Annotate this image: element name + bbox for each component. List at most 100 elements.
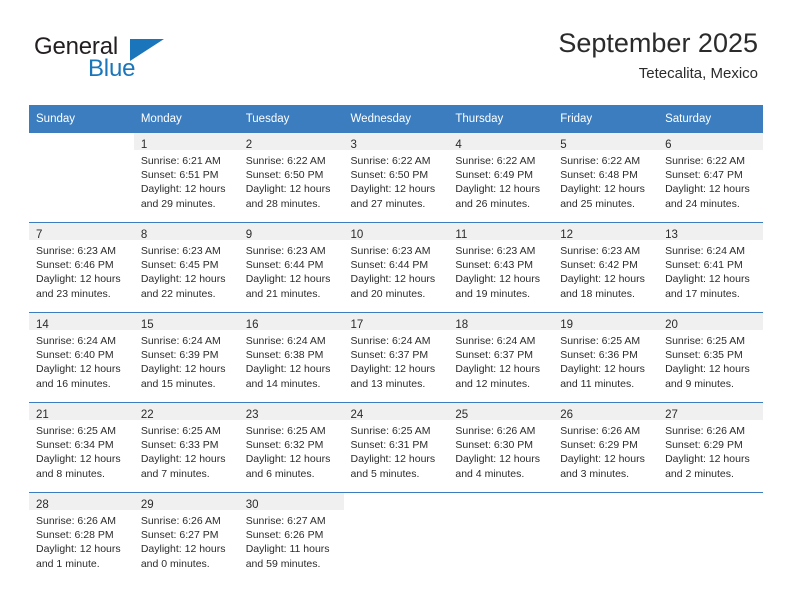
calendar-day-cell[interactable]: 24 Sunrise: 6:25 AM Sunset: 6:31 PM Dayligh… <box>343 402 449 493</box>
day-cell-inner: 3 Sunrise: 6:22 AM Sunset: 6:50 PM Daylight… <box>343 133 449 222</box>
sunset-text: Sunset: 6:30 PM <box>455 439 534 452</box>
calendar-day-cell[interactable]: 7 Sunrise: 6:23 AM Sunset: 6:46 PM Daylight… <box>29 222 134 313</box>
calendar-day-cell[interactable]: 15 Sunrise: 6:24 AM Sunset: 6:39 PM Dayligh… <box>133 312 239 403</box>
calendar-day-cell[interactable]: 19 Sunrise: 6:25 AM Sunset: 6:36 PM Dayligh… <box>553 312 659 403</box>
calendar-body: 1 Sunrise: 6:21 AM Sunset: 6:51 PM Daylight… <box>29 133 763 582</box>
day-number-band: 7 <box>29 223 134 241</box>
daylight-text-line2: and 7 minutes. <box>140 467 210 480</box>
sunrise-text: Sunrise: 6:26 AM <box>36 515 116 527</box>
calendar-day-cell[interactable]: 11 Sunrise: 6:23 AM Sunset: 6:43 PM Dayligh… <box>448 222 554 313</box>
calendar-day-cell[interactable]: 23 Sunrise: 6:25 AM Sunset: 6:32 PM Dayligh… <box>238 402 344 493</box>
daylight-text-line1: Daylight: 12 hours <box>36 453 121 466</box>
calendar-day-cell[interactable]: 2 Sunrise: 6:22 AM Sunset: 6:50 PM Daylight… <box>238 133 344 223</box>
sunset-text: Sunset: 6:36 PM <box>560 349 638 362</box>
calendar-day-cell[interactable]: 1 Sunrise: 6:21 AM Sunset: 6:51 PM Daylight… <box>133 133 239 223</box>
sunrise-text: Sunrise: 6:24 AM <box>455 335 536 347</box>
sunset-text: Sunset: 6:50 PM <box>350 169 429 182</box>
sunrise-text: Sunrise: 6:25 AM <box>350 425 431 437</box>
sunset-text: Sunset: 6:48 PM <box>560 169 638 182</box>
sunset-text: Sunset: 6:29 PM <box>665 439 743 452</box>
sunset-text: Sunset: 6:35 PM <box>665 349 743 362</box>
calendar-day-cell[interactable]: 12 Sunrise: 6:23 AM Sunset: 6:42 PM Dayligh… <box>553 222 659 313</box>
calendar-day-cell[interactable]: 30 Sunrise: 6:27 AM Sunset: 6:26 PM Dayligh… <box>238 492 344 582</box>
calendar-day-cell[interactable]: 13 Sunrise: 6:24 AM Sunset: 6:41 PM Dayligh… <box>658 222 763 313</box>
calendar-day-cell[interactable]: 25 Sunrise: 6:26 AM Sunset: 6:30 PM Dayligh… <box>448 402 554 493</box>
day-cell-inner: 8 Sunrise: 6:23 AM Sunset: 6:45 PM Daylight… <box>133 223 239 312</box>
day-cell-inner: 28 Sunrise: 6:26 AM Sunset: 6:28 PM Dayligh… <box>29 493 134 582</box>
day-number-band: 14 <box>29 313 134 331</box>
calendar-day-cell[interactable]: 22 Sunrise: 6:25 AM Sunset: 6:33 PM Dayligh… <box>133 402 239 493</box>
calendar-day-cell[interactable]: 6 Sunrise: 6:22 AM Sunset: 6:47 PM Daylight… <box>658 133 763 223</box>
calendar-day-cell[interactable]: 4 Sunrise: 6:22 AM Sunset: 6:49 PM Daylight… <box>448 133 554 223</box>
sunset-text: Sunset: 6:46 PM <box>36 259 114 272</box>
day-cell-body: Sunrise: 6:25 AM Sunset: 6:35 PM Daylight:… <box>658 330 763 391</box>
sunset-text: Sunset: 6:37 PM <box>455 349 534 362</box>
calendar-day-cell[interactable]: 20 Sunrise: 6:25 AM Sunset: 6:35 PM Dayligh… <box>658 312 763 403</box>
daylight-text-line1: Daylight: 12 hours <box>245 183 331 196</box>
calendar-day-cell[interactable]: 21 Sunrise: 6:25 AM Sunset: 6:34 PM Dayligh… <box>29 402 134 493</box>
day-number: 27 <box>665 409 678 421</box>
day-number-band: 26 <box>553 403 659 421</box>
calendar-day-cell[interactable]: 5 Sunrise: 6:22 AM Sunset: 6:48 PM Daylight… <box>553 133 659 223</box>
calendar-day-cell[interactable]: 28 Sunrise: 6:26 AM Sunset: 6:28 PM Dayligh… <box>29 492 134 582</box>
sunrise-text: Sunrise: 6:24 AM <box>350 335 431 347</box>
day-cell-inner: 25 Sunrise: 6:26 AM Sunset: 6:30 PM Dayligh… <box>448 403 554 492</box>
day-number: 11 <box>455 229 468 241</box>
day-cell-body: Sunrise: 6:26 AM Sunset: 6:29 PM Daylight:… <box>658 420 763 481</box>
sunrise-text: Sunrise: 6:26 AM <box>455 425 536 437</box>
day-number: 21 <box>36 409 49 421</box>
general-blue-logo[interactable]: General Blue <box>34 33 224 85</box>
calendar-day-cell[interactable]: 16 Sunrise: 6:24 AM Sunset: 6:38 PM Dayligh… <box>238 312 344 403</box>
day-number: 19 <box>560 319 574 331</box>
day-cell-inner: 20 Sunrise: 6:25 AM Sunset: 6:35 PM Dayligh… <box>658 313 763 402</box>
calendar-table: Sunday Monday Tuesday Wednesday Thursday… <box>29 105 763 582</box>
day-number: 1 <box>140 139 148 151</box>
weekday-header-tuesday: Tuesday <box>238 105 344 133</box>
day-cell-body: Sunrise: 6:23 AM Sunset: 6:43 PM Daylight:… <box>448 240 553 301</box>
calendar-day-cell[interactable]: 3 Sunrise: 6:22 AM Sunset: 6:50 PM Daylight… <box>343 133 449 223</box>
day-cell-inner: 7 Sunrise: 6:23 AM Sunset: 6:46 PM Daylight… <box>29 223 134 312</box>
day-number-band: 27 <box>658 403 763 421</box>
title-block: September 2025 Tetecalita, Mexico <box>558 26 758 84</box>
calendar-day-cell[interactable]: 18 Sunrise: 6:24 AM Sunset: 6:37 PM Dayligh… <box>448 312 554 403</box>
day-number: 16 <box>245 319 259 331</box>
sunset-text: Sunset: 6:40 PM <box>36 349 114 362</box>
daylight-text-line2: and 4 minutes. <box>455 467 525 480</box>
day-number-band <box>553 493 659 510</box>
day-number-band: 6 <box>658 133 763 151</box>
day-number-band: 10 <box>343 223 449 241</box>
calendar-day-cell[interactable]: 26 Sunrise: 6:26 AM Sunset: 6:29 PM Dayligh… <box>553 402 659 493</box>
daylight-text-line1: Daylight: 12 hours <box>140 183 226 196</box>
sunrise-text: Sunrise: 6:23 AM <box>245 245 326 257</box>
calendar-day-cell[interactable]: 17 Sunrise: 6:24 AM Sunset: 6:37 PM Dayligh… <box>343 312 449 403</box>
calendar-day-cell[interactable]: 14 Sunrise: 6:24 AM Sunset: 6:40 PM Dayligh… <box>29 312 134 403</box>
sunset-text: Sunset: 6:44 PM <box>350 259 429 272</box>
sunset-text: Sunset: 6:37 PM <box>350 349 429 362</box>
sunset-text: Sunset: 6:32 PM <box>245 439 324 452</box>
sunrise-text: Sunrise: 6:23 AM <box>36 245 116 257</box>
calendar-week-row: 14 Sunrise: 6:24 AM Sunset: 6:40 PM Dayligh… <box>29 312 763 403</box>
day-number-band: 11 <box>448 223 554 241</box>
day-cell-inner <box>448 493 554 582</box>
daylight-text-line1: Daylight: 12 hours <box>36 543 121 556</box>
calendar-day-cell[interactable]: 29 Sunrise: 6:26 AM Sunset: 6:27 PM Dayligh… <box>133 492 239 582</box>
calendar-day-cell[interactable]: 27 Sunrise: 6:26 AM Sunset: 6:29 PM Dayligh… <box>658 402 763 493</box>
daylight-text-line2: and 14 minutes. <box>245 377 321 390</box>
sunrise-text: Sunrise: 6:21 AM <box>140 155 221 167</box>
calendar-week-row: 7 Sunrise: 6:23 AM Sunset: 6:46 PM Daylight… <box>29 222 763 313</box>
sunrise-text: Sunrise: 6:22 AM <box>665 155 746 167</box>
daylight-text-line1: Daylight: 12 hours <box>36 363 121 376</box>
weekday-header-saturday: Saturday <box>658 105 763 133</box>
calendar-day-cell[interactable]: 9 Sunrise: 6:23 AM Sunset: 6:44 PM Daylight… <box>238 222 344 313</box>
sunrise-text: Sunrise: 6:26 AM <box>560 425 641 437</box>
daylight-text-line2: and 24 minutes. <box>665 197 740 210</box>
daylight-text-line2: and 23 minutes. <box>36 287 111 300</box>
sunset-text: Sunset: 6:38 PM <box>245 349 324 362</box>
day-cell-inner: 17 Sunrise: 6:24 AM Sunset: 6:37 PM Dayligh… <box>343 313 449 402</box>
day-number-band: 29 <box>133 493 239 511</box>
calendar-day-cell[interactable]: 10 Sunrise: 6:23 AM Sunset: 6:44 PM Dayligh… <box>343 222 449 313</box>
day-cell-inner: 11 Sunrise: 6:23 AM Sunset: 6:43 PM Dayligh… <box>448 223 554 312</box>
day-cell-body: Sunrise: 6:22 AM Sunset: 6:50 PM Daylight:… <box>239 150 344 211</box>
calendar-day-cell[interactable]: 8 Sunrise: 6:23 AM Sunset: 6:45 PM Daylight… <box>133 222 239 313</box>
day-number: 26 <box>560 409 574 421</box>
